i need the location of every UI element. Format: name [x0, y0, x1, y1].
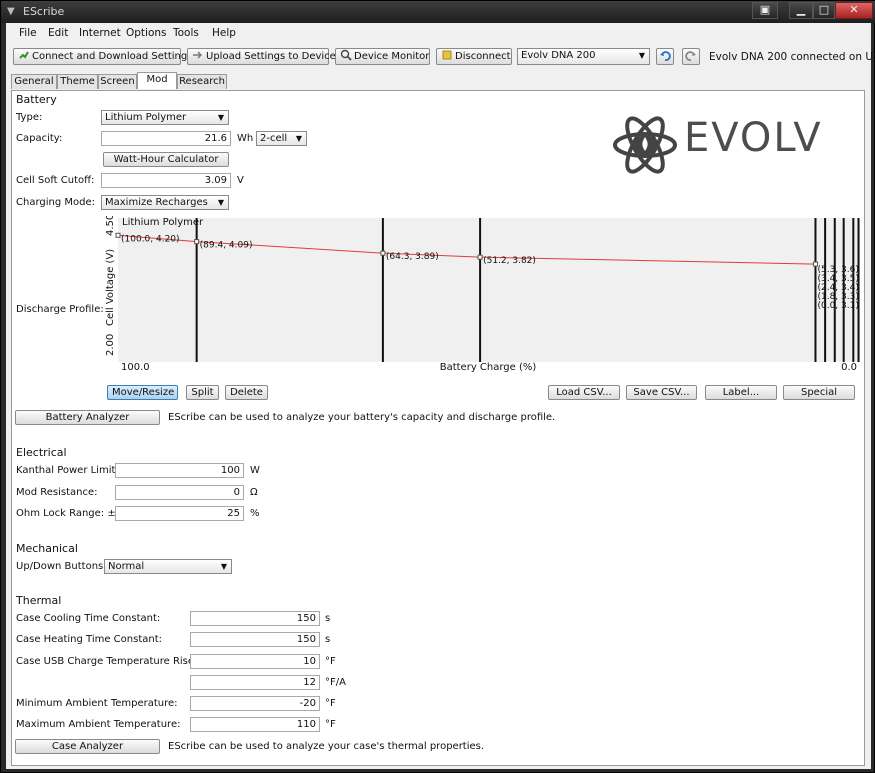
usb-rise-per-amp-input[interactable]: 12 [190, 675, 320, 690]
up-down-buttons-label: Up/Down Buttons: [16, 561, 107, 572]
cutoff-input[interactable]: 3.09 [101, 173, 231, 188]
cutoff-unit: V [237, 175, 244, 186]
mod-content: Battery Type: Lithium Polymer ▼ Capacity:… [0, 0, 875, 773]
chart-plot-area [118, 218, 860, 362]
data-point[interactable] [477, 254, 483, 260]
ohm-lock-unit: % [250, 508, 260, 519]
charging-mode-select[interactable]: Maximize Recharges ▼ [101, 195, 229, 210]
chart-y-tick-bottom: 2.00 [105, 334, 116, 356]
discharge-profile-label: Discharge Profile: [16, 304, 104, 315]
cutoff-label: Cell Soft Cutoff: [16, 175, 95, 186]
min-ambient-unit: °F [325, 698, 336, 709]
discharge-profile-chart[interactable]: (100.0, 4.20) (89.4, 4.09) (64.3, 3.89) (51… [102, 216, 860, 374]
usb-rise-per-amp-unit: °F/A [325, 677, 346, 688]
power-limit-unit: W [250, 465, 260, 476]
battery-type-value: Lithium Polymer [105, 112, 187, 123]
chart-title: Lithium Polymer [122, 217, 204, 228]
case-analyzer-text: EScribe can be used to analyze your case… [168, 741, 485, 752]
charging-mode-value: Maximize Recharges [105, 197, 208, 208]
watt-hour-calculator-button[interactable]: Watt-Hour Calculator [103, 152, 229, 167]
capacity-unit: Wh [237, 133, 254, 144]
power-limit-label: Kanthal Power Limit: [16, 465, 119, 476]
tab-mod[interactable]: Mod [137, 72, 177, 89]
chevron-down-icon: ▼ [220, 562, 227, 571]
battery-type-select[interactable]: Lithium Polymer ▼ [101, 110, 229, 125]
ohm-lock-label: Ohm Lock Range: ± [16, 508, 116, 519]
point-label: (89.4, 4.09) [200, 241, 253, 251]
charging-mode-label: Charging Mode: [16, 197, 95, 208]
chart-y-axis-label: Cell Voltage (V) [105, 249, 116, 326]
special-button[interactable]: Special [783, 385, 855, 400]
battery-heading: Battery [16, 93, 57, 106]
chevron-down-icon: ▼ [217, 198, 224, 207]
chevron-down-icon: ▼ [217, 113, 224, 122]
move-resize-button[interactable]: Move/Resize [107, 385, 178, 400]
capacity-label: Capacity: [16, 133, 63, 144]
type-label: Type: [16, 112, 43, 123]
data-point[interactable] [380, 250, 386, 256]
power-limit-input[interactable]: 100 [115, 463, 244, 478]
chart-y-tick-top: 4.50 [105, 216, 116, 236]
data-point[interactable] [115, 232, 121, 238]
cell-count-select[interactable]: 2-cell ▼ [256, 131, 307, 146]
heating-label: Case Heating Time Constant: [16, 634, 162, 645]
delete-button[interactable]: Delete [225, 385, 268, 400]
up-down-buttons-select[interactable]: Normal ▼ [104, 559, 232, 574]
mechanical-heading: Mechanical [16, 542, 78, 555]
cooling-label: Case Cooling Time Constant: [16, 613, 161, 624]
point-label: (100.0, 4.20) [121, 234, 180, 244]
point-label: (64.3, 3.89) [386, 252, 439, 262]
usb-rise-input[interactable]: 10 [190, 654, 320, 669]
save-csv-button[interactable]: Save CSV... [626, 385, 697, 400]
electrical-heading: Electrical [16, 446, 67, 459]
data-point[interactable] [194, 239, 200, 245]
cell-count-value: 2-cell [260, 133, 288, 144]
cooling-unit: s [325, 613, 331, 624]
mod-resistance-label: Mod Resistance: [16, 487, 98, 498]
split-button[interactable]: Split [186, 385, 219, 400]
point-label: (51.2, 3.82) [483, 256, 536, 266]
battery-analyzer-button[interactable]: Battery Analyzer [15, 410, 160, 425]
capacity-input[interactable]: 21.6 [101, 131, 231, 146]
ohm-lock-input[interactable]: 25 [115, 506, 244, 521]
mod-resistance-input[interactable]: 0 [115, 485, 244, 500]
thermal-heading: Thermal [16, 594, 62, 607]
heating-unit: s [325, 634, 331, 645]
min-ambient-input[interactable]: -20 [190, 696, 320, 711]
max-ambient-label: Maximum Ambient Temperature: [16, 719, 181, 730]
cooling-input[interactable]: 150 [190, 611, 320, 626]
chevron-down-icon: ▼ [295, 134, 302, 143]
chart-x-tick-right: 0.0 [841, 362, 857, 373]
up-down-buttons-value: Normal [108, 561, 145, 572]
max-ambient-unit: °F [325, 719, 336, 730]
min-ambient-label: Minimum Ambient Temperature: [16, 698, 178, 709]
chart-x-tick-left: 100.0 [121, 362, 150, 373]
case-analyzer-button[interactable]: Case Analyzer [15, 739, 160, 754]
evolv-atom-logo [613, 116, 677, 174]
usb-rise-label: Case USB Charge Temperature Rise: [16, 656, 198, 667]
chart-x-axis-label: Battery Charge (%) [440, 362, 537, 373]
max-ambient-input[interactable]: 110 [190, 717, 320, 732]
load-csv-button[interactable]: Load CSV... [548, 385, 620, 400]
evolv-logo-text: EVOLV [684, 115, 823, 161]
mod-resistance-unit: Ω [250, 487, 258, 498]
label-button[interactable]: Label... [705, 385, 777, 400]
heating-input[interactable]: 150 [190, 632, 320, 647]
usb-rise-unit: °F [325, 656, 336, 667]
battery-analyzer-text: EScribe can be used to analyze your batt… [168, 412, 556, 423]
cluster-point-label: (0.0, 3.1) [817, 301, 858, 311]
